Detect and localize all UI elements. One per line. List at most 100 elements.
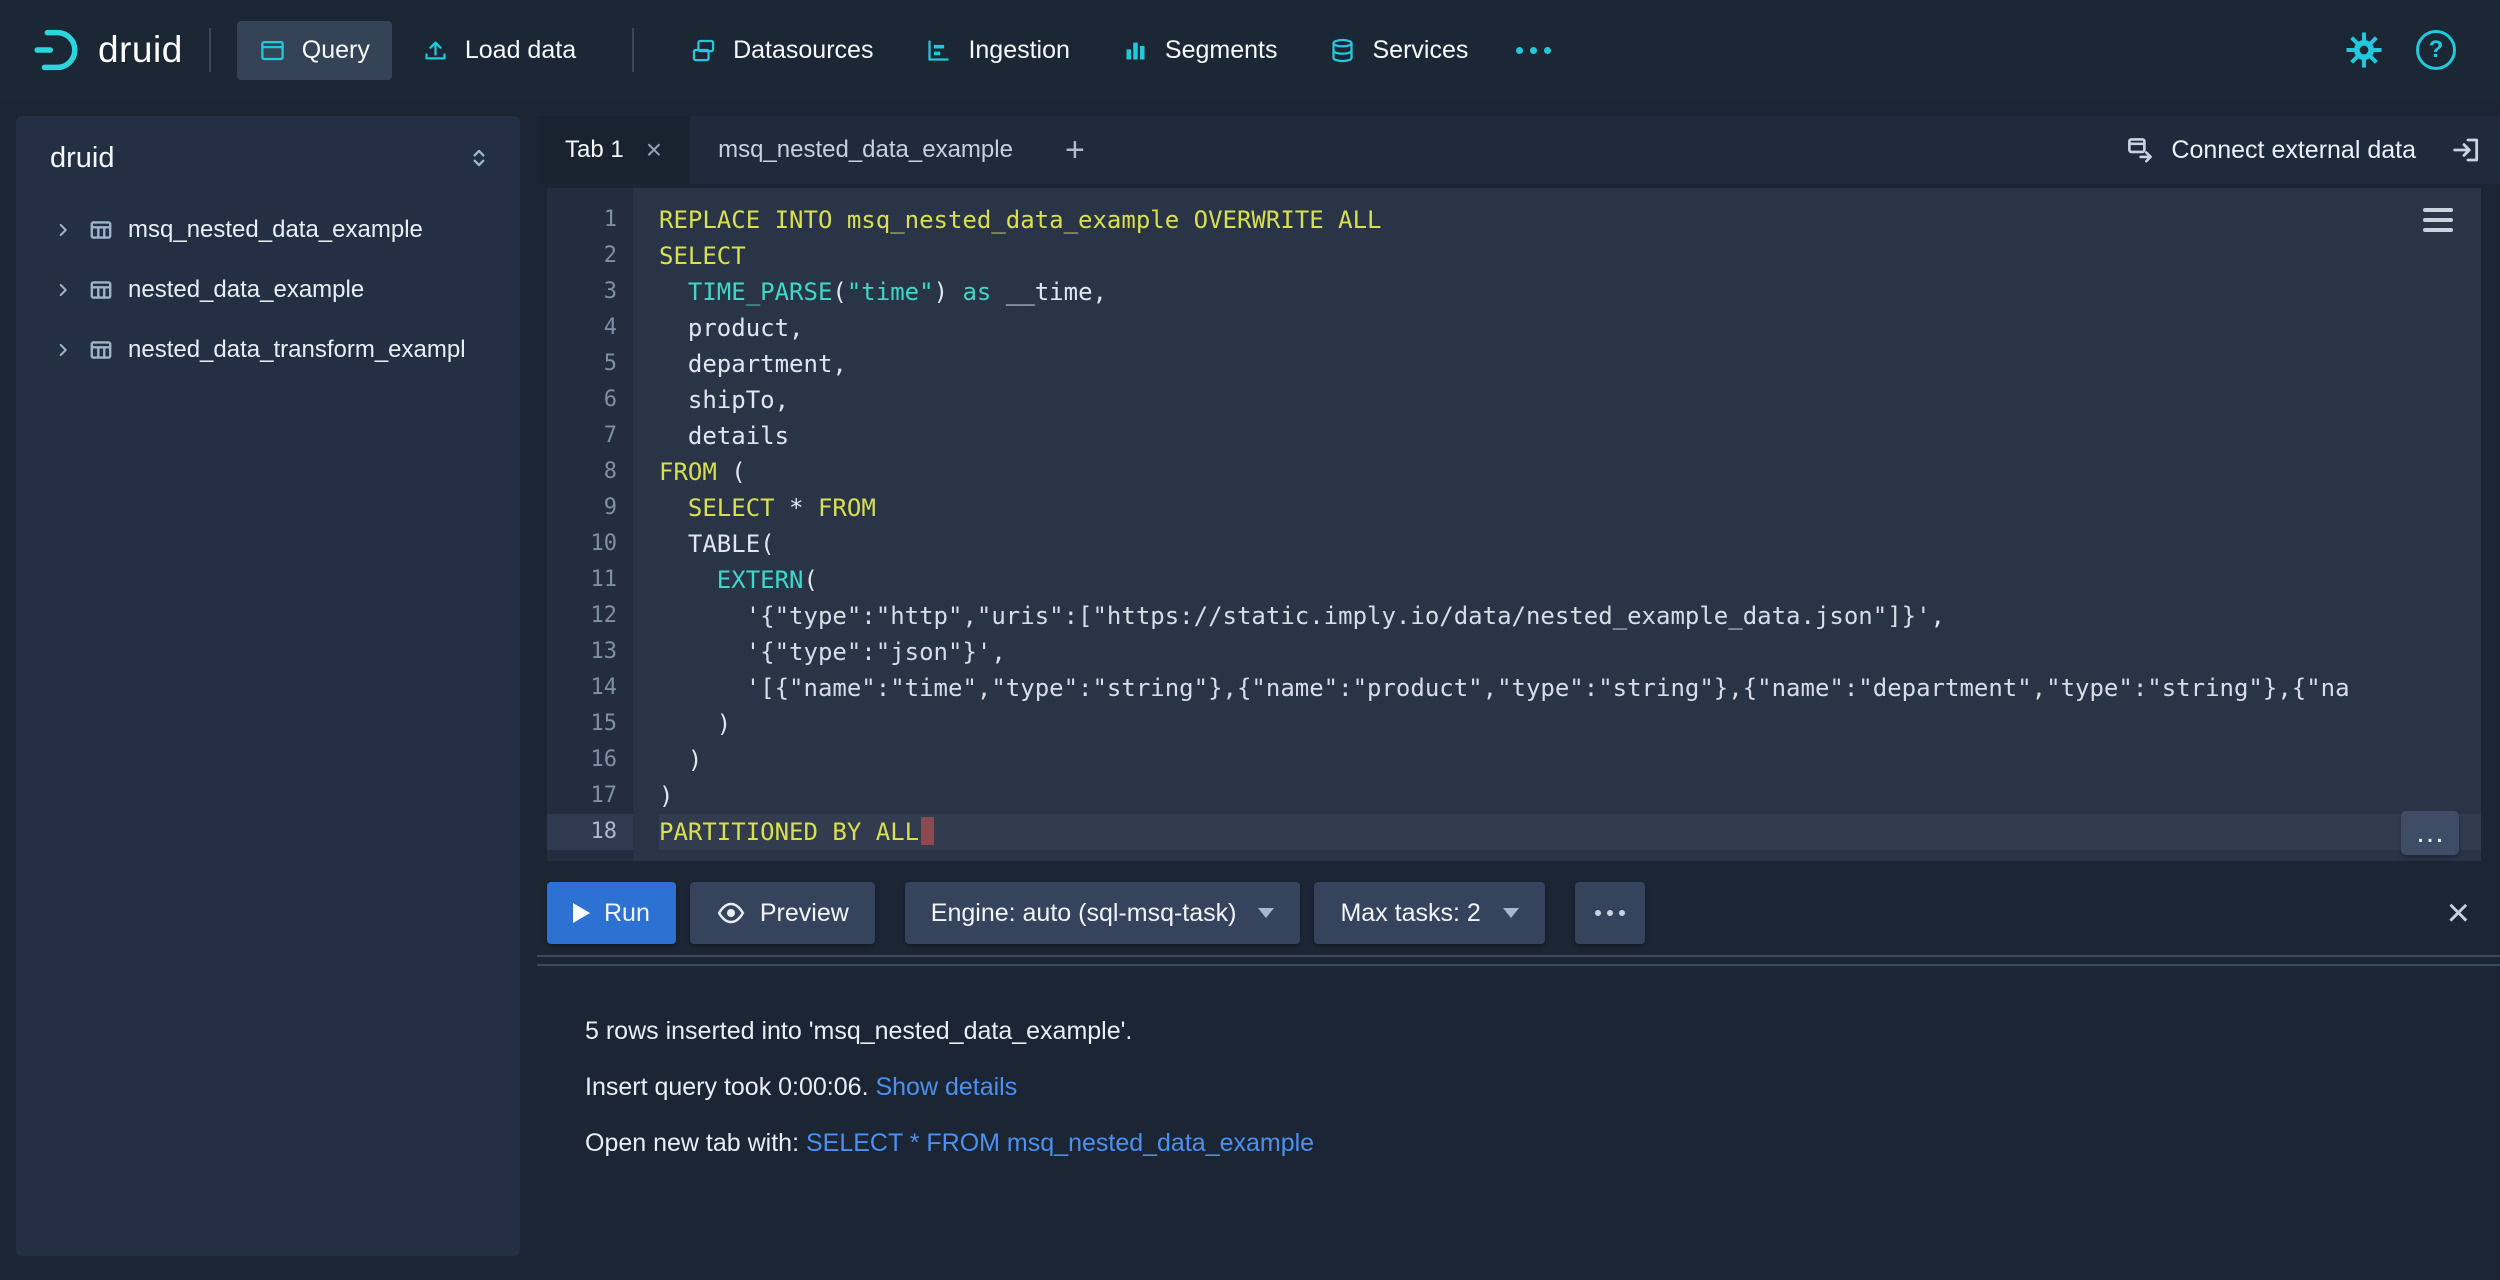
line-number: 2: [547, 238, 633, 274]
connect-external-data-button[interactable]: Connect external data: [2125, 135, 2416, 165]
code-line[interactable]: FROM (: [659, 454, 2481, 490]
connect-external-data-label: Connect external data: [2171, 136, 2416, 165]
result-summary: 5 rows inserted into 'msq_nested_data_ex…: [585, 1013, 1314, 1049]
code-line[interactable]: shipTo,: [659, 382, 2481, 418]
code-line[interactable]: SELECT * FROM: [659, 490, 2481, 526]
table-icon: [88, 277, 114, 303]
nav-label: Services: [1372, 36, 1468, 65]
code-line[interactable]: department,: [659, 346, 2481, 382]
top-navbar: druid Query Load data Datasources I: [0, 0, 2500, 100]
main-nav: Query Load data Datasources Ingestion S: [237, 21, 1570, 80]
panel-splitter[interactable]: [537, 955, 2500, 971]
nav-segments[interactable]: Segments: [1100, 21, 1300, 80]
sql-editor[interactable]: 123456789101112131415161718 REPLACE INTO…: [547, 188, 2481, 861]
gantt-chart-icon: [925, 37, 952, 64]
code-line[interactable]: SELECT: [659, 238, 2481, 274]
play-icon: [573, 903, 590, 923]
close-tab-icon[interactable]: ×: [646, 136, 662, 164]
open-panel-icon[interactable]: [2450, 134, 2482, 166]
editor-menu-icon[interactable]: [2423, 208, 2453, 238]
schema-title: druid: [50, 142, 115, 175]
nav-datasources[interactable]: Datasources: [668, 21, 895, 80]
line-number: 5: [547, 346, 633, 382]
tab-1[interactable]: Tab 1 ×: [537, 116, 690, 184]
more-icon: [1530, 47, 1537, 54]
code-line[interactable]: '[{"name":"time","type":"string"},{"name…: [659, 670, 2481, 706]
tabbar-right: Connect external data: [2125, 116, 2500, 184]
open-new-tab-query-link[interactable]: SELECT * FROM msq_nested_data_example: [806, 1129, 1314, 1157]
upload-icon: [422, 37, 449, 64]
line-number: 13: [547, 634, 633, 670]
datasource-label: msq_nested_data_example: [128, 216, 423, 244]
close-results-icon[interactable]: ×: [2447, 893, 2470, 933]
run-button[interactable]: Run: [547, 882, 676, 944]
line-number: 17: [547, 778, 633, 814]
run-more-button[interactable]: [1575, 882, 1645, 944]
code-line[interactable]: ): [659, 778, 2481, 814]
code-line[interactable]: product,: [659, 310, 2481, 346]
line-number: 3: [547, 274, 633, 310]
nav-load-data[interactable]: Load data: [400, 21, 598, 80]
editor-overflow-button[interactable]: …: [2401, 811, 2459, 855]
chevron-right-icon: [52, 339, 74, 361]
double-caret-vertical-icon[interactable]: [466, 145, 492, 171]
show-details-link[interactable]: Show details: [875, 1073, 1017, 1101]
code-line[interactable]: '{"type":"http","uris":["https://static.…: [659, 598, 2481, 634]
eye-icon: [716, 898, 746, 928]
more-icon: [1516, 47, 1523, 54]
engine-dropdown[interactable]: Engine: auto (sql-msq-task): [905, 882, 1301, 944]
code-line[interactable]: '{"type":"json"}',: [659, 634, 2481, 670]
nav-ingestion[interactable]: Ingestion: [903, 21, 1091, 80]
line-number: 1: [547, 202, 633, 238]
nav-label: Load data: [465, 36, 576, 65]
nav-services[interactable]: Services: [1307, 21, 1490, 80]
connect-external-data-icon: [2125, 135, 2155, 165]
query-tabbar: Tab 1 × msq_nested_data_example + Connec…: [537, 116, 2500, 184]
sidebar-item-msq-nested-data-example[interactable]: msq_nested_data_example: [16, 200, 520, 260]
line-number: 11: [547, 562, 633, 598]
druid-logo[interactable]: druid: [30, 24, 183, 76]
max-tasks-dropdown[interactable]: Max tasks: 2: [1314, 882, 1544, 944]
tab-msq-nested-data-example[interactable]: msq_nested_data_example: [690, 116, 1041, 184]
editor-gutter: 123456789101112131415161718: [547, 188, 633, 861]
sidebar-item-nested-data-transform-example[interactable]: nested_data_transform_exampl: [16, 320, 520, 380]
table-icon: [88, 337, 114, 363]
code-line[interactable]: REPLACE INTO msq_nested_data_example OVE…: [659, 202, 2481, 238]
line-number: 18: [547, 814, 633, 850]
nav-more-button[interactable]: [1498, 27, 1569, 74]
preview-button[interactable]: Preview: [690, 882, 875, 944]
nav-label: Datasources: [733, 36, 873, 65]
settings-gear-icon[interactable]: [2344, 30, 2384, 70]
line-number: 15: [547, 706, 633, 742]
nav-label: Segments: [1165, 36, 1278, 65]
editor-code[interactable]: REPLACE INTO msq_nested_data_example OVE…: [633, 188, 2481, 861]
druid-logo-icon: [30, 24, 82, 76]
code-line[interactable]: ): [659, 742, 2481, 778]
nav-label: Ingestion: [968, 36, 1069, 65]
code-line[interactable]: TIME_PARSE("time") as __time,: [659, 274, 2481, 310]
engine-label: Engine: auto (sql-msq-task): [931, 899, 1237, 928]
code-line[interactable]: PARTITIONED BY ALL: [659, 814, 2481, 850]
nav-query[interactable]: Query: [237, 21, 392, 80]
run-toolbar: Run Preview Engine: auto (sql-msq-task) …: [547, 882, 2470, 944]
datasource-label: nested_data_example: [128, 276, 364, 304]
schema-sidebar: druid msq_nested_data_example nested_dat…: [16, 116, 520, 1256]
divider: [632, 28, 634, 72]
chevron-right-icon: [52, 219, 74, 241]
code-line[interactable]: TABLE(: [659, 526, 2481, 562]
tab-label: msq_nested_data_example: [718, 136, 1013, 164]
line-number: 7: [547, 418, 633, 454]
help-icon[interactable]: ?: [2416, 30, 2456, 70]
database-icon: [1329, 37, 1356, 64]
line-number: 16: [547, 742, 633, 778]
code-line[interactable]: ): [659, 706, 2481, 742]
chevron-right-icon: [52, 279, 74, 301]
code-line[interactable]: EXTERN(: [659, 562, 2481, 598]
code-line[interactable]: details: [659, 418, 2481, 454]
query-results: 5 rows inserted into 'msq_nested_data_ex…: [585, 1013, 1314, 1181]
new-tab-button[interactable]: +: [1041, 116, 1109, 184]
sidebar-header: druid: [16, 116, 520, 200]
result-duration: Insert query took 0:00:06. Show details: [585, 1069, 1314, 1105]
chevron-down-icon: [1258, 908, 1274, 918]
sidebar-item-nested-data-example[interactable]: nested_data_example: [16, 260, 520, 320]
